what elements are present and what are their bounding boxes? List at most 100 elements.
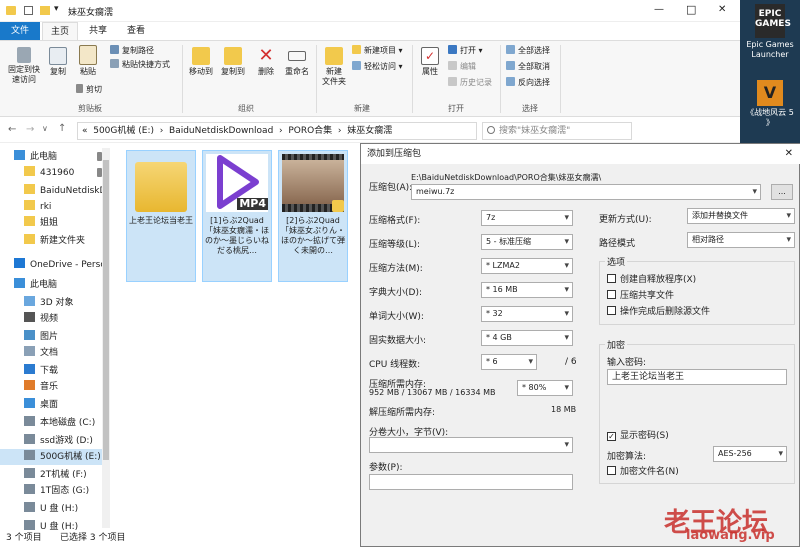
option-label: 压缩方法(M):: [369, 264, 423, 274]
sidebar-item[interactable]: 下载: [0, 363, 104, 379]
tab-home[interactable]: 主页: [42, 22, 78, 40]
sidebar-item-label: 2T机械 (F:): [40, 470, 87, 480]
copy-path-button[interactable]: 复制路径: [110, 45, 154, 57]
forward-button[interactable]: →: [26, 124, 34, 135]
tab-file[interactable]: 文件: [0, 22, 40, 40]
tab-share[interactable]: 共享: [80, 22, 116, 40]
sidebar-item[interactable]: U 盘 (H:): [0, 501, 104, 517]
parameters-input[interactable]: [369, 474, 573, 490]
maximize-button[interactable]: □: [686, 3, 696, 16]
new-folder-button[interactable]: 新建 文件夹: [318, 47, 350, 87]
sidebar-item[interactable]: 新建文件夹: [0, 233, 104, 249]
sidebar-item[interactable]: OneDrive - Perso: [0, 257, 104, 273]
pin-quick-access-button[interactable]: 固定到快 速访问: [4, 47, 44, 85]
file-item-mp4[interactable]: MP4 [1]らぶ2Quad「妹巫女瘸濡・ほのか～墨じらいねだる桃尻…: [202, 150, 272, 282]
file-item-folder[interactable]: 上老王论坛当老王: [126, 150, 196, 282]
option-checkbox[interactable]: 创建自释放程序(X): [607, 274, 696, 286]
sidebar-item[interactable]: 视频: [0, 311, 104, 327]
sidebar-item[interactable]: ssd游戏 (D:): [0, 433, 104, 449]
history-button[interactable]: 历史记录: [448, 77, 492, 89]
back-button[interactable]: ←: [8, 124, 16, 135]
select-all-button[interactable]: 全部选择: [506, 45, 550, 57]
option-select[interactable]: * 32: [481, 306, 573, 322]
copy-button[interactable]: 复制: [44, 47, 72, 77]
encrypt-filenames-checkbox[interactable]: 加密文件名(N): [607, 466, 679, 478]
dialog-close-button[interactable]: ✕: [785, 144, 793, 164]
cpu-threads-select[interactable]: * 6: [481, 354, 537, 370]
paste-button[interactable]: 粘贴: [74, 45, 102, 77]
easy-access-button[interactable]: 轻松访问 ▾: [352, 61, 403, 73]
cut-button[interactable]: 剪切: [76, 84, 102, 96]
move-to-button[interactable]: 移动到: [186, 47, 216, 77]
sidebar-item[interactable]: 431960: [0, 165, 104, 181]
desktop-icon-battlefield[interactable]: V 《战地风云 5 》: [744, 80, 796, 128]
close-button[interactable]: ✕: [718, 4, 726, 15]
nav-scrollbar-thumb[interactable]: [103, 160, 109, 460]
option-select[interactable]: * LZMA2: [481, 258, 573, 274]
chevron-down-icon[interactable]: ▾: [54, 4, 59, 14]
option-select[interactable]: * 4 GB: [481, 330, 573, 346]
sidebar-item[interactable]: 图片: [0, 329, 104, 345]
sidebar-item-label: 431960: [40, 168, 75, 178]
file-item-video[interactable]: [2]らぶ2Quad「妹巫女ぷりん・ほのか～拡げて弾く未開の…: [278, 150, 348, 282]
minimize-button[interactable]: —: [654, 4, 664, 15]
paste-shortcut-button[interactable]: 粘贴快捷方式: [110, 59, 170, 71]
show-password-checkbox[interactable]: ✓ 显示密码(S): [607, 430, 669, 442]
folder-icon[interactable]: [40, 6, 50, 15]
archive-name-input[interactable]: meiwu.7z: [411, 184, 761, 200]
option-select[interactable]: 7z: [481, 210, 573, 226]
sidebar-item[interactable]: rki: [0, 199, 104, 215]
option-label: 固实数据大小:: [369, 336, 427, 346]
sidebar-item[interactable]: 音乐: [0, 379, 104, 395]
sidebar-item[interactable]: 1T固态 (G:): [0, 483, 104, 499]
sidebar-item[interactable]: 文档: [0, 345, 104, 361]
path-mode-select[interactable]: 相对路径: [687, 232, 795, 248]
encryption-method-select[interactable]: AES-256: [713, 446, 787, 462]
search-icon: [487, 126, 495, 134]
new-item-button[interactable]: 新建项目 ▾: [352, 45, 403, 57]
desktop-icon-label: Epic Games Launcher: [746, 40, 794, 59]
option-select[interactable]: * 16 MB: [481, 282, 573, 298]
invert-selection-button[interactable]: 反向选择: [506, 77, 550, 89]
properties-button[interactable]: ✓ 属性: [416, 47, 444, 77]
media-badge-icon: [332, 200, 344, 212]
delete-icon: ✕: [258, 45, 274, 66]
archive-path: E:\BaiduNetdiskDownload\PORO合集\妹巫女瘸濡\: [411, 173, 602, 182]
sidebar-item[interactable]: BaiduNetdiskD: [0, 183, 104, 199]
breadcrumb[interactable]: « 500G机械 (E:) › BaiduNetdiskDownload › P…: [82, 126, 392, 136]
sidebar-item[interactable]: 此电脑: [0, 149, 104, 165]
option-checkbox[interactable]: 压缩共享文件: [607, 290, 674, 302]
edit-button[interactable]: 编辑: [448, 61, 476, 73]
option-label: 单词大小(W):: [369, 312, 424, 322]
split-size-select[interactable]: [369, 437, 573, 453]
option-select[interactable]: 5 - 标准压缩: [481, 234, 573, 250]
file-list: 上老王论坛当老王 MP4 [1]らぶ2Quad「妹巫女瘸濡・ほのか～墨じらいねだ…: [114, 145, 364, 530]
sidebar-item[interactable]: 此电脑: [0, 277, 104, 293]
update-mode-select[interactable]: 添加并替换文件: [687, 208, 795, 224]
password-input[interactable]: 上老王论坛当老王: [607, 369, 787, 385]
option-checkbox[interactable]: 操作完成后删除源文件: [607, 306, 710, 318]
browse-button[interactable]: ...: [771, 184, 793, 200]
epic-games-icon: EPIC GAMES: [755, 4, 791, 38]
delete-button[interactable]: ✕ 删除: [252, 47, 280, 77]
sidebar-item[interactable]: 本地磁盘 (C:): [0, 415, 104, 431]
search-input[interactable]: 搜索"妹巫女瘸濡": [482, 122, 632, 140]
recent-locations-button[interactable]: ∨: [42, 124, 48, 133]
sidebar-item[interactable]: 2T机械 (F:): [0, 467, 104, 483]
check-icon[interactable]: [24, 6, 33, 15]
sidebar-item[interactable]: 姐姐: [0, 215, 104, 231]
sidebar-item[interactable]: 桌面: [0, 397, 104, 413]
rename-button[interactable]: 重命名: [282, 47, 312, 77]
address-input[interactable]: « 500G机械 (E:) › BaiduNetdiskDownload › P…: [77, 122, 477, 140]
select-none-button[interactable]: 全部取消: [506, 61, 550, 73]
copy-to-button[interactable]: 复制到: [218, 47, 248, 77]
drive-icon: [24, 416, 35, 426]
tab-view[interactable]: 查看: [118, 22, 154, 40]
memory-percent-select[interactable]: * 80%: [517, 380, 573, 396]
status-bar: 3 个项目 已选择 3 个项目: [0, 530, 360, 547]
sidebar-item[interactable]: 500G机械 (E:): [0, 449, 104, 465]
sidebar-item[interactable]: 3D 对象: [0, 295, 104, 311]
open-button[interactable]: 打开 ▾: [448, 45, 483, 57]
desktop-icon-epic[interactable]: EPIC GAMES Epic Games Launcher: [744, 4, 796, 60]
up-button[interactable]: ↑: [58, 123, 66, 134]
